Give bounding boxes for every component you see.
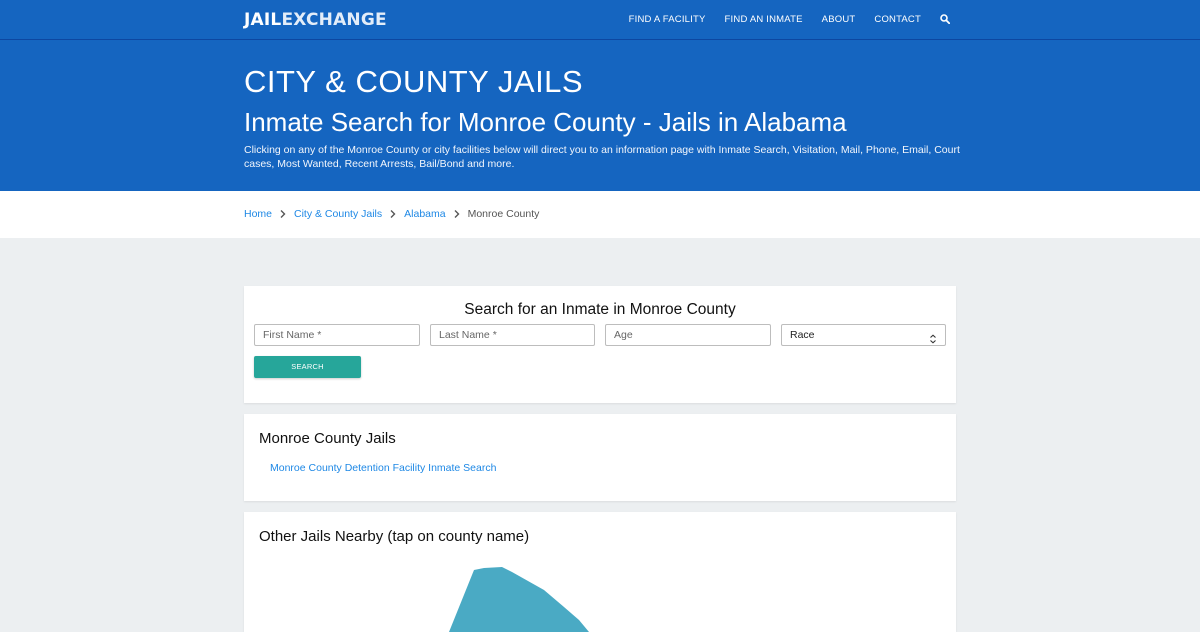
inmate-search-card: Search for an Inmate in Monroe County Fi… <box>244 286 956 403</box>
county-jails-card: Monroe County Jails Monroe County Detent… <box>244 414 956 501</box>
county-shape <box>449 567 589 632</box>
county-jails-title: Monroe County Jails <box>259 430 396 447</box>
age-input[interactable]: Age <box>605 324 771 346</box>
nav-find-an-inmate[interactable]: FIND AN INMATE <box>725 14 803 25</box>
race-select[interactable]: Race <box>781 324 946 346</box>
breadcrumb-city-county-jails[interactable]: City & County Jails <box>294 208 382 220</box>
hero-description: Clicking on any of the Monroe County or … <box>244 144 960 170</box>
hero-banner: CITY & COUNTY JAILS Inmate Search for Mo… <box>0 40 1200 191</box>
site-logo[interactable]: JAILEXCHANGE <box>244 10 387 30</box>
nav-about[interactable]: ABOUT <box>822 14 856 25</box>
nearby-jails-title: Other Jails Nearby (tap on county name) <box>259 528 530 545</box>
search-card-title: Search for an Inmate in Monroe County <box>464 301 736 318</box>
search-icon[interactable] <box>940 14 950 24</box>
breadcrumb-current: Monroe County <box>467 208 540 220</box>
page-title: Inmate Search for Monroe County - Jails … <box>244 107 847 137</box>
chevron-right-icon <box>389 209 397 219</box>
breadcrumb: Home City & County Jails Alabama Monroe … <box>244 208 539 220</box>
search-button[interactable]: SEARCH <box>254 356 361 378</box>
chevron-right-icon <box>279 209 287 219</box>
nearby-jails-card: Other Jails Nearby (tap on county name) <box>244 512 956 632</box>
breadcrumb-bar: Home City & County Jails Alabama Monroe … <box>0 191 1200 238</box>
chevron-right-icon <box>453 209 461 219</box>
hero-kicker: CITY & COUNTY JAILS <box>244 64 584 99</box>
last-name-input[interactable]: Last Name * <box>430 324 595 346</box>
select-arrows-icon <box>929 331 937 344</box>
race-select-value: Race <box>790 329 815 341</box>
jail-link-detention-facility[interactable]: Monroe County Detention Facility Inmate … <box>270 462 496 474</box>
top-navbar: JAILEXCHANGE FIND A FACILITY FIND AN INM… <box>0 0 1200 40</box>
first-name-input[interactable]: First Name * <box>254 324 420 346</box>
breadcrumb-alabama[interactable]: Alabama <box>404 208 445 220</box>
main-nav: FIND A FACILITY FIND AN INMATE ABOUT CON… <box>610 14 950 25</box>
logo-part-exchange: EXCHANGE <box>281 10 387 30</box>
breadcrumb-home[interactable]: Home <box>244 208 272 220</box>
logo-part-jail: JAIL <box>244 10 282 30</box>
county-map[interactable] <box>244 552 956 632</box>
nav-find-a-facility[interactable]: FIND A FACILITY <box>629 14 706 25</box>
nav-contact[interactable]: CONTACT <box>874 14 921 25</box>
